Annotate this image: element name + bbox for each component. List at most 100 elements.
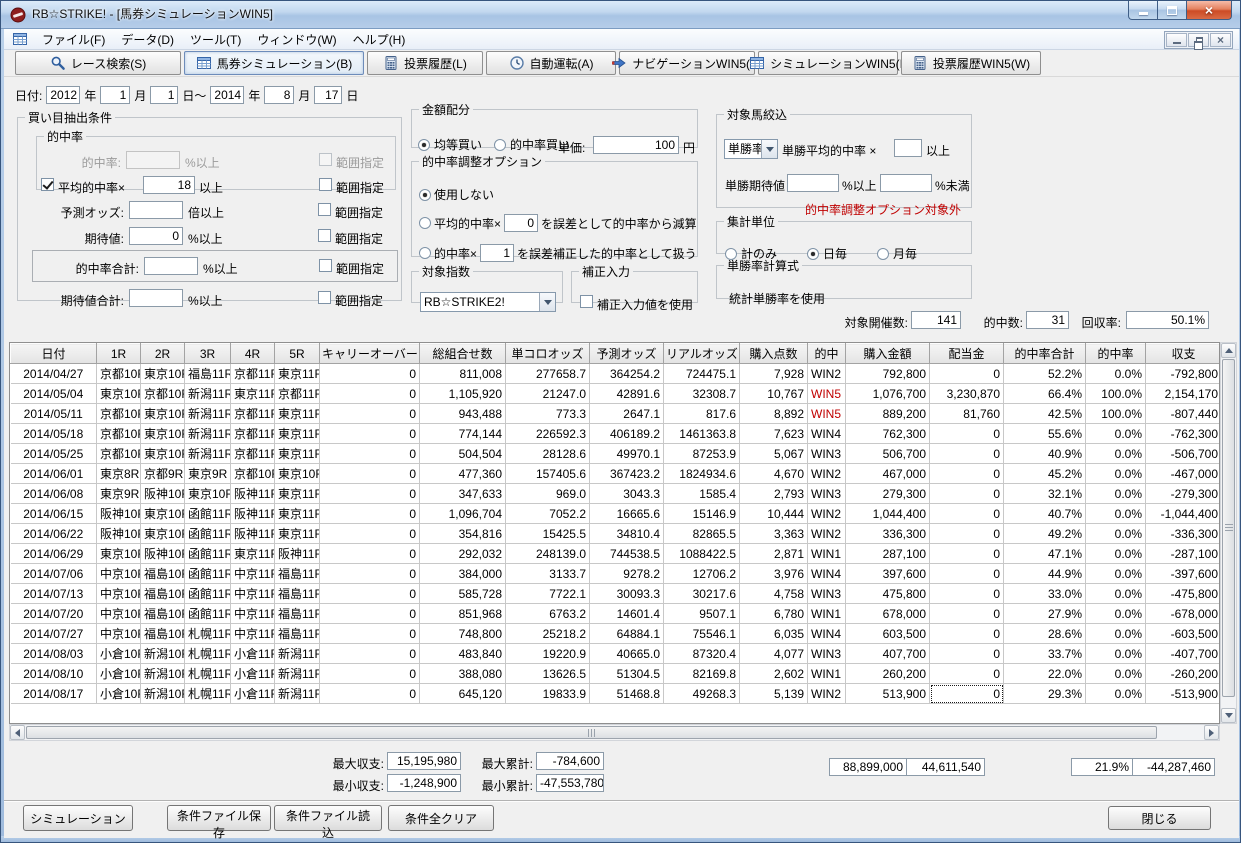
grid-cell[interactable]: 27.9% [1003,603,1086,624]
toolbar-button-race-search[interactable]: レース検索(S) [15,51,181,75]
grid-cell[interactable]: 0 [929,563,1004,584]
grid-cell[interactable]: 467,000 [845,463,930,484]
grid-cell[interactable]: 1461363.8 [663,423,740,444]
grid-cell[interactable]: -603,500 [1145,623,1219,644]
grid-cell[interactable]: 42.5% [1003,403,1086,424]
grid-cell[interactable]: 7722.1 [505,583,590,604]
grid-cell[interactable]: 福島11R [274,583,320,604]
grid-cell[interactable]: 中京11R [230,623,275,644]
grid-cell[interactable]: 函館11R [184,563,231,584]
column-header[interactable]: 3R [184,343,231,364]
grid-cell[interactable]: 5,067 [739,443,808,464]
grid-cell[interactable]: 京都10R [230,463,275,484]
grid-cell[interactable]: 0.0% [1085,503,1146,524]
to-day-input[interactable]: 17 [314,86,343,104]
grid-cell[interactable]: 東京10R [140,403,185,424]
grid-cell[interactable]: 札幌11R [184,643,231,664]
grid-cell[interactable]: 小倉10R [96,643,141,664]
win-expect-max-input[interactable] [880,174,932,192]
grid-cell[interactable]: 943,488 [419,403,506,424]
grid-cell[interactable]: 82865.5 [663,523,740,544]
grid-cell[interactable]: 6763.2 [505,603,590,624]
grid-cell[interactable]: 407,700 [845,643,930,664]
correction-checkbox[interactable] [580,295,593,308]
grid-cell[interactable]: 4,758 [739,583,808,604]
grid-cell[interactable]: 京都11R [230,443,275,464]
column-header[interactable]: 収支 [1145,343,1219,364]
grid-cell[interactable]: 2,871 [739,543,808,564]
grid-cell[interactable]: 477,360 [419,463,506,484]
grid-cell[interactable]: 3043.3 [589,483,664,504]
grid-cell[interactable]: 30093.3 [589,583,664,604]
grid-cell[interactable]: WIN2 [807,523,846,544]
grid-cell[interactable]: 49268.3 [663,683,740,704]
grid-cell[interactable]: 東京10R [96,543,141,564]
avg-range-checkbox[interactable] [319,178,332,191]
grid-cell[interactable]: 京都10R [96,423,141,444]
column-header[interactable]: 1R [96,343,141,364]
grid-cell[interactable]: 0 [319,523,420,544]
grid-cell[interactable]: 52.2% [1003,363,1086,384]
grid-cell[interactable]: 東京11R [230,543,275,564]
grid-cell[interactable]: 中京11R [230,603,275,624]
grid-cell[interactable]: -407,700 [1145,643,1219,664]
grid-cell[interactable]: WIN2 [807,503,846,524]
grid-cell[interactable]: 東京9R , [96,483,141,504]
grid-cell[interactable]: 0 [319,603,420,624]
grid-cell[interactable]: 0 [319,463,420,484]
grid-cell[interactable]: 45.2% [1003,463,1086,484]
grid-cell[interactable]: 81,760 [929,403,1004,424]
column-header[interactable]: 4R [230,343,275,364]
grid-cell[interactable]: 33.7% [1003,643,1086,664]
grid-cell[interactable]: 157405.6 [505,463,590,484]
grid-cell[interactable]: 9278.2 [589,563,664,584]
grid-cell[interactable]: 28.6% [1003,623,1086,644]
grid-cell[interactable]: -279,300 [1145,483,1219,504]
load-condition-button[interactable]: 条件ファイル読込 [274,805,382,840]
grid-cell[interactable]: 2014/06/22 [10,523,97,544]
column-header[interactable]: 的中率合計 [1003,343,1086,364]
grid-cell[interactable]: 0 [929,443,1004,464]
grid-cell[interactable]: 40.9% [1003,443,1086,464]
grid-cell[interactable]: 阪神11R [230,483,275,504]
grid-cell[interactable]: 福島10R [140,603,185,624]
adjust-option[interactable]: 平均的中率× 0 を誤差として的中率から減算 [419,214,697,232]
grid-cell[interactable]: 新潟11R [184,423,231,444]
grid-cell[interactable]: 0.0% [1085,543,1146,564]
grid-cell[interactable]: 新潟10R [140,663,185,684]
multiplier-input[interactable] [894,139,922,157]
grid-cell[interactable]: 中京11R [230,563,275,584]
grid-cell[interactable]: 87320.4 [663,643,740,664]
grid-cell[interactable]: 260,200 [845,663,930,684]
grid-cell[interactable]: 336,300 [845,523,930,544]
grid-cell[interactable]: 京都10R [96,403,141,424]
grid-cell[interactable]: 347,633 [419,483,506,504]
grid-cell[interactable]: 京都9R , [140,463,185,484]
column-header[interactable]: 的中 [807,343,846,364]
grid-cell[interactable]: 中京10R [96,583,141,604]
grid-cell[interactable]: 福島11R [274,623,320,644]
grid-cell[interactable]: 7,623 [739,423,808,444]
menu-item[interactable]: ツール(T) [182,29,249,50]
grid-cell[interactable]: 小倉11R [230,683,275,704]
grid-cell[interactable]: 0.0% [1085,423,1146,444]
grid-cell[interactable]: 新潟11R [184,403,231,424]
grid-cell[interactable]: 中京10R [96,563,141,584]
close-button[interactable]: × [1186,1,1232,20]
grid-cell[interactable]: 京都11R [230,403,275,424]
grid-cell[interactable]: 10,767 [739,383,808,404]
grid-cell[interactable]: 55.6% [1003,423,1086,444]
grid-cell[interactable]: 函館11R [184,503,231,524]
column-header[interactable]: 購入金額 [845,343,930,364]
column-header[interactable]: 総組合せ数 [419,343,506,364]
grid-cell[interactable]: 阪神10R [96,503,141,524]
grid-cell[interactable]: 0 [929,683,1004,704]
grid-cell[interactable]: 32.1% [1003,483,1086,504]
grid-cell[interactable]: 東京9R , [184,463,231,484]
grid-cell[interactable]: 東京11R [274,503,320,524]
grid-cell[interactable]: 66.4% [1003,383,1086,404]
grid-cell[interactable]: 49.2% [1003,523,1086,544]
grid-cell[interactable]: 2014/07/27 [10,623,97,644]
grid-cell[interactable]: 2014/07/20 [10,603,97,624]
grid-cell[interactable]: 2014/05/18 [10,423,97,444]
